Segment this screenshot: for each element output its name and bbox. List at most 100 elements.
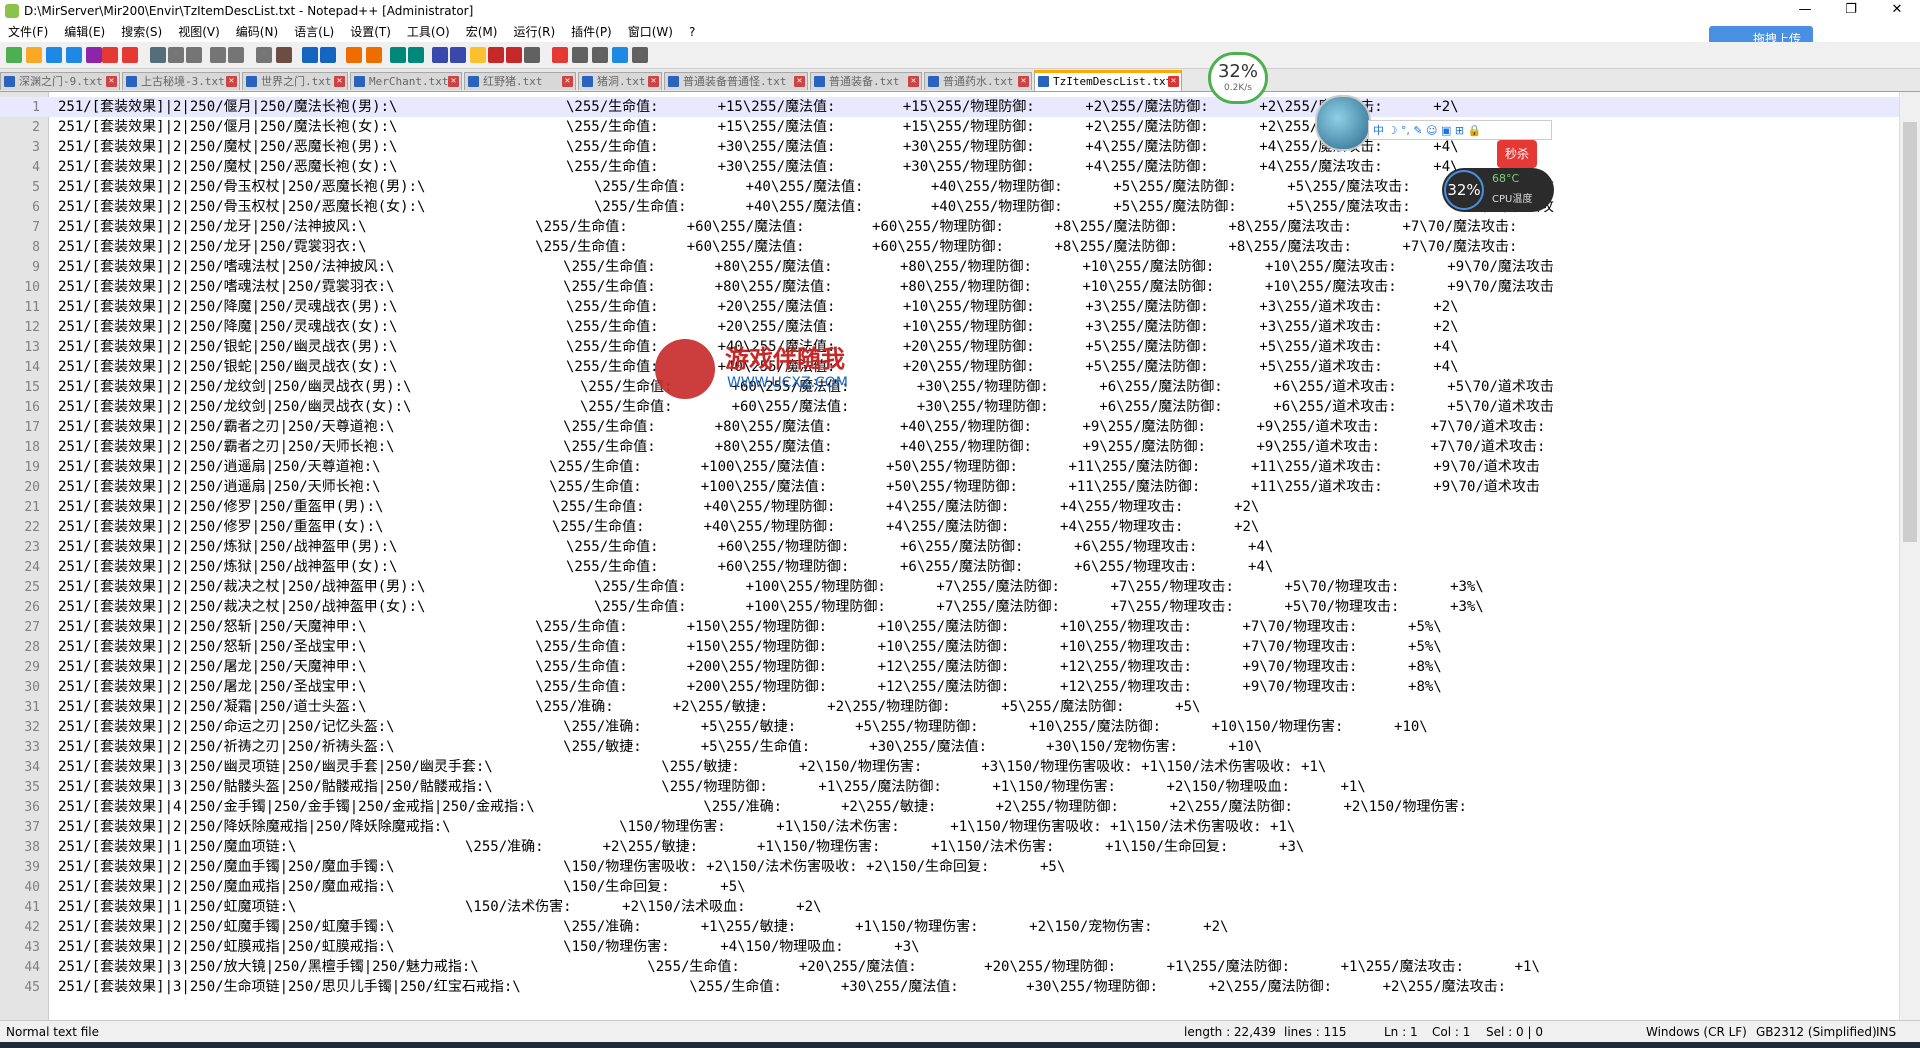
run-multi-icon[interactable] [612,47,628,63]
status-encoding[interactable]: GB2312 (Simplified) [1756,1021,1877,1043]
code-line[interactable]: 41 251/[套装效果]|1|250/虹魔项链:\ \150/法术伤害: +2\… [0,897,1900,917]
code-line[interactable]: 1 251/[套装效果]|2|250/偃月|250/魔法长袍(男):\ \255/… [0,97,1900,117]
code-line[interactable]: 37 251/[套装效果]|2|250/降妖除魔戒指|250/降妖除魔戒指:\ \… [0,817,1900,837]
indent-guide-icon[interactable] [432,47,448,63]
record-icon[interactable] [552,47,568,63]
menu-item[interactable]: 搜索(S) [113,22,170,42]
tab-close-icon[interactable]: ✕ [562,76,573,87]
status-eol[interactable]: Windows (CR LF) [1646,1021,1747,1043]
code-line[interactable]: 27 251/[套装效果]|2|250/怒斩|250/天魔神甲:\ \255/生命… [0,617,1900,637]
menu-item[interactable]: 视图(V) [170,22,228,42]
code-line[interactable]: 10 251/[套装效果]|2|250/嗜魂法杖|250/霓裳羽衣:\ \255/… [0,277,1900,297]
find-icon[interactable] [256,47,272,63]
tab-close-icon[interactable]: ✕ [1168,76,1179,87]
code-line[interactable]: 36 251/[套装效果]|4|250/金手镯|250/金手镯|250/金戒指|2… [0,797,1900,817]
code-line[interactable]: 25 251/[套装效果]|2|250/裁决之杖|250/战神盔甲(男):\ \2… [0,577,1900,597]
code-line[interactable]: 19 251/[套装效果]|2|250/逍遥扇|250/天尊道袍:\ \255/生… [0,457,1900,477]
code-line[interactable]: 2 251/[套装效果]|2|250/偃月|250/魔法长袍(女):\ \255/… [0,117,1900,137]
save-all-icon[interactable] [66,47,82,63]
menu-item[interactable]: 设置(T) [342,22,399,42]
print-icon[interactable] [122,47,138,63]
code-line[interactable]: 7 251/[套装效果]|2|250/龙牙|250/法神披风:\ \255/生命值… [0,217,1900,237]
code-line[interactable]: 33 251/[套装效果]|2|250/祈祷之刃|250/祈祷头盔:\ \255/… [0,737,1900,757]
code-line[interactable]: 11 251/[套装效果]|2|250/降魔|250/灵魂战衣(男):\ \255… [0,297,1900,317]
code-line[interactable]: 8 251/[套装效果]|2|250/龙牙|250/霓裳羽衣:\ \255/生命值… [0,237,1900,257]
code-line[interactable]: 22 251/[套装效果]|2|250/修罗|250/重盔甲(女):\ \255/… [0,517,1900,537]
code-line[interactable]: 45 251/[套装效果]|3|250/生命项链|250/思贝儿手镯|250/红宝… [0,977,1900,997]
tab-file[interactable]: 普通药水.txt ✕ [924,72,1032,90]
menu-item[interactable]: 插件(P) [563,22,620,42]
code-line[interactable]: 40 251/[套装效果]|2|250/魔血戒指|250/魔血戒指:\ \150/… [0,877,1900,897]
zoom-out-icon[interactable] [320,47,336,63]
code-line[interactable]: 20 251/[套装效果]|2|250/逍遥扇|250/天师长袍:\ \255/生… [0,477,1900,497]
menu-item[interactable]: 工具(O) [399,22,458,42]
menu-item[interactable]: 编码(N) [228,22,286,42]
code-line[interactable]: 39 251/[套装效果]|2|250/魔血手镯|250/魔血手镯:\ \150/… [0,857,1900,877]
sale-badge[interactable]: 秒杀 [1497,140,1537,168]
menu-item[interactable]: 窗口(W) [620,22,681,42]
tab-close-icon[interactable]: ✕ [794,76,805,87]
paste-icon[interactable] [186,47,202,63]
folder-icon[interactable] [506,47,522,63]
wrap-icon[interactable] [390,47,406,63]
tab-close-icon[interactable]: ✕ [648,76,659,87]
tab-close-icon[interactable]: ✕ [226,76,237,87]
code-line[interactable]: 13 251/[套装效果]|2|250/银蛇|250/幽灵战衣(男):\ \255… [0,337,1900,357]
code-line[interactable]: 9 251/[套装效果]|2|250/嗜魂法杖|250/法神披风:\ \255/生… [0,257,1900,277]
close-icon[interactable] [86,47,102,63]
tab-active[interactable]: TzItemDescList.txt ✕ [1034,70,1182,91]
new-file-icon[interactable] [6,47,22,63]
code-line[interactable]: 18 251/[套装效果]|2|250/霸者之刃|250/天师长袍:\ \255/… [0,437,1900,457]
tab-file[interactable]: 深渊之门-9.txt ✕ [0,72,120,90]
code-line[interactable]: 17 251/[套装效果]|2|250/霸者之刃|250/天尊道袍:\ \255/… [0,417,1900,437]
scrollbar-thumb[interactable] [1903,122,1917,542]
code-line[interactable]: 43 251/[套装效果]|2|250/虹膜戒指|250/虹膜戒指:\ \150/… [0,937,1900,957]
stop-icon[interactable] [572,47,588,63]
code-line[interactable]: 34 251/[套装效果]|3|250/幽灵项链|250/幽灵手套|250/幽灵手… [0,757,1900,777]
code-line[interactable]: 15 251/[套装效果]|2|250/龙纹剑|250/幽灵战衣(男):\ \25… [0,377,1900,397]
code-line[interactable]: 30 251/[套装效果]|2|250/屠龙|250/圣战宝甲:\ \255/生命… [0,677,1900,697]
sync-v-icon[interactable] [346,47,362,63]
tab-file[interactable]: 红野猪.txt ✕ [464,72,576,90]
code-line[interactable]: 12 251/[套装效果]|2|250/降魔|250/灵魂战衣(女):\ \255… [0,317,1900,337]
doc-map-icon[interactable] [470,47,486,63]
monitor-icon[interactable] [524,47,540,63]
lang-icon[interactable] [450,47,466,63]
save-macro-icon[interactable] [632,47,648,63]
cpu-monitor-widget[interactable]: 32% 68°C CPU温度 [1442,168,1554,212]
play-icon[interactable] [592,47,608,63]
tab-close-icon[interactable]: ✕ [106,76,117,87]
menu-item[interactable]: 宏(M) [458,22,506,42]
tab-file[interactable]: 普通装备.txt ✕ [810,72,922,90]
tab-file[interactable]: 猪洞.txt ✕ [578,72,662,90]
menu-item[interactable]: 编辑(E) [56,22,113,42]
close-all-icon[interactable] [102,47,118,63]
editor[interactable]: 1 251/[套装效果]|2|250/偃月|250/魔法长袍(男):\ \255/… [0,92,1900,1020]
open-file-icon[interactable] [26,47,42,63]
code-line[interactable]: 16 251/[套装效果]|2|250/龙纹剑|250/幽灵战衣(女):\ \25… [0,397,1900,417]
code-line[interactable]: 26 251/[套装效果]|2|250/裁决之杖|250/战神盔甲(女):\ \2… [0,597,1900,617]
tab-file[interactable]: 上古秘境-3.txt ✕ [122,72,240,90]
menu-item[interactable]: 文件(F) [0,22,56,42]
code-line[interactable]: 4 251/[套装效果]|2|250/魔杖|250/恶魔长袍(女):\ \255/… [0,157,1900,177]
code-line[interactable]: 23 251/[套装效果]|2|250/炼狱|250/战神盔甲(男):\ \255… [0,537,1900,557]
code-line[interactable]: 29 251/[套装效果]|2|250/屠龙|250/天魔神甲:\ \255/生命… [0,657,1900,677]
redo-icon[interactable] [228,47,244,63]
code-line[interactable]: 35 251/[套装效果]|3|250/骷髅头盔|250/骷髅戒指|250/骷髅戒… [0,777,1900,797]
minimize-button[interactable]: — [1782,0,1828,22]
replace-icon[interactable] [276,47,292,63]
code-line[interactable]: 38 251/[套装效果]|1|250/魔血项链:\ \255/准确: +2\25… [0,837,1900,857]
menu-item[interactable]: 语言(L) [286,22,342,42]
code-line[interactable]: 32 251/[套装效果]|2|250/命运之刃|250/记忆头盔:\ \255/… [0,717,1900,737]
code-line[interactable]: 14 251/[套装效果]|2|250/银蛇|250/幽灵战衣(女):\ \255… [0,357,1900,377]
vertical-scrollbar[interactable] [1899,92,1920,1020]
tab-close-icon[interactable]: ✕ [1018,76,1029,87]
tab-file[interactable]: 普通装备普通怪.txt ✕ [664,72,808,90]
code-line[interactable]: 31 251/[套装效果]|2|250/凝霜|250/道士头盔:\ \255/准确… [0,697,1900,717]
network-speed-widget[interactable]: 32% 0.2K/s [1208,52,1268,104]
cut-icon[interactable] [150,47,166,63]
code-line[interactable]: 42 251/[套装效果]|2|250/虹魔手镯|250/虹魔手镯:\ \255/… [0,917,1900,937]
code-line[interactable]: 5 251/[套装效果]|2|250/骨玉权杖|250/恶魔长袍(男):\ \25… [0,177,1900,197]
maximize-button[interactable]: ❐ [1828,0,1874,22]
tab-file[interactable]: MerChant.txt ✕ [350,72,462,90]
